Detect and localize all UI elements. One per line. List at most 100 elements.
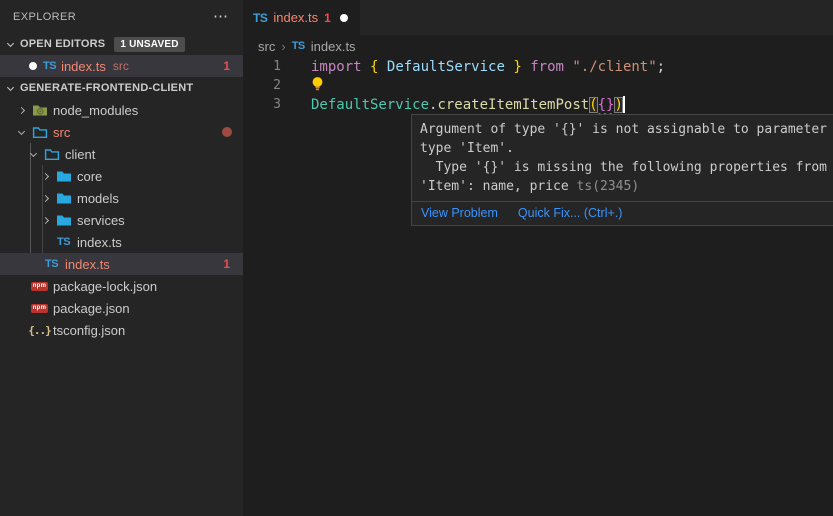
folder-open-icon (32, 125, 48, 139)
code-token: ) (614, 97, 622, 113)
tree-item-core[interactable]: core (0, 165, 243, 187)
error-tooltip: Argument of type '{}' is not assignable … (411, 114, 833, 226)
tab-label: index.ts (273, 10, 318, 25)
tree-item-label: src (53, 125, 70, 140)
code-token (505, 59, 513, 75)
breadcrumb-file[interactable]: index.ts (311, 39, 356, 54)
chevron-down-icon (18, 127, 25, 134)
error-message-line: Type '{}' is missing the following prope… (420, 158, 833, 177)
explorer-sidebar: EXPLORER ⋯ OPEN EDITORS 1 UNSAVED TS ind… (0, 0, 243, 516)
json-braces-icon: {..} (28, 324, 51, 337)
icon-box: TS (43, 258, 60, 270)
modified-dot-icon[interactable] (29, 62, 37, 70)
tree-item-models[interactable]: models (0, 187, 243, 209)
tab-error-count: 1 (324, 11, 331, 25)
icon-box: {..} (31, 324, 48, 337)
chevron-box[interactable] (16, 131, 31, 134)
code-token: from (530, 59, 564, 75)
icon-box (55, 213, 72, 227)
line-number: 2 (243, 78, 281, 93)
line-content: import { DefaultService } from "./client… (311, 59, 665, 75)
code-token (378, 59, 386, 75)
code-token: DefaultService (387, 59, 505, 75)
error-source: ts(2345) (577, 179, 640, 194)
tree-item-label: core (77, 169, 102, 184)
line-content (311, 76, 326, 96)
breadcrumb-separator-icon: › (281, 39, 285, 54)
text-cursor (623, 96, 625, 113)
error-dot-icon (222, 127, 232, 137)
npm-icon: npm (31, 304, 49, 313)
tree-item-package-lock.json[interactable]: npmpackage-lock.json (0, 275, 243, 297)
code-token: { (370, 59, 378, 75)
icon-box (55, 169, 72, 183)
line-number: 1 (243, 59, 281, 74)
tree-item-label: client (65, 147, 95, 162)
node-modules-folder-icon (32, 103, 48, 117)
tree-item-label: package.json (53, 301, 130, 316)
icon-box: TS (55, 236, 72, 248)
unsaved-count-badge: 1 UNSAVED (114, 37, 184, 52)
code-line-2: 2 (243, 76, 833, 95)
error-message-line: Argument of type '{}' is not assignable … (420, 120, 833, 139)
code-token: import (311, 59, 362, 75)
tab-index-ts[interactable]: TS index.ts 1 (243, 0, 360, 35)
code-token (522, 59, 530, 75)
explorer-title: EXPLORER (13, 11, 76, 23)
typescript-icon: TS (292, 40, 305, 52)
open-editors-header[interactable]: OPEN EDITORS 1 UNSAVED (0, 33, 243, 55)
tree-item-node_modules[interactable]: node_modules (0, 99, 243, 121)
code-token (362, 59, 370, 75)
code-token: ; (657, 59, 665, 75)
typescript-icon: TS (57, 236, 70, 248)
icon-box (31, 103, 48, 117)
error-message-line: 'Item': name, price ts(2345) (420, 177, 833, 196)
quick-fix-link[interactable]: Quick Fix... (Ctrl+.) (518, 206, 623, 220)
icon-box (55, 191, 72, 205)
tree-item-services[interactable]: services (0, 209, 243, 231)
chevron-box[interactable] (40, 196, 55, 201)
tree-item-label: node_modules (53, 103, 138, 118)
tree-item-label: services (77, 213, 125, 228)
breadcrumb-folder[interactable]: src (258, 39, 275, 54)
chevron-box[interactable] (28, 153, 43, 156)
tree-item-tsconfig.json[interactable]: {..}tsconfig.json (0, 319, 243, 341)
tree-item-label: models (77, 191, 119, 206)
tree-item-src[interactable]: src (0, 121, 243, 143)
icon-box: npm (31, 282, 48, 291)
error-count-badge: 1 (223, 257, 230, 271)
open-editors-label: OPEN EDITORS (20, 38, 105, 50)
code-token (564, 59, 572, 75)
error-message-line: type 'Item'. (420, 139, 833, 158)
workspace-folder-header[interactable]: GENERATE-FRONTEND-CLIENT (0, 77, 243, 99)
open-editor-file-description: src (113, 59, 129, 73)
line-content: DefaultService.createItemItemPost({}) (311, 96, 625, 113)
open-editor-item-index-ts[interactable]: TS index.ts src 1 (0, 55, 243, 77)
breadcrumb: src › TS index.ts (243, 35, 833, 57)
code-token: } (513, 59, 521, 75)
open-editor-file-label: index.ts (61, 59, 106, 74)
code-token: DefaultService (311, 97, 429, 113)
chevron-box[interactable] (40, 174, 55, 179)
tree-item-package.json[interactable]: npm package.json (0, 297, 243, 319)
folder-icon (56, 169, 72, 183)
view-problem-link[interactable]: View Problem (421, 206, 498, 220)
chevron-right-icon (18, 106, 25, 113)
chevron-box[interactable] (16, 108, 31, 113)
tab-bar: TS index.ts 1 (243, 0, 833, 35)
lightbulb-icon[interactable] (311, 76, 324, 96)
workspace-folder-label: GENERATE-FRONTEND-CLIENT (20, 82, 193, 94)
typescript-icon: TS (43, 60, 56, 72)
chevron-right-icon (42, 194, 49, 201)
tree-item-client[interactable]: client (0, 143, 243, 165)
code-token: {} (598, 97, 615, 113)
tree-item-index.ts[interactable]: TS index.ts 1 (0, 253, 243, 275)
code-area[interactable]: 1 import { DefaultService } from "./clien… (243, 57, 833, 114)
chevron-box[interactable] (40, 218, 55, 223)
unsaved-dot-icon[interactable] (340, 14, 348, 22)
editor-pane[interactable]: src › TS index.ts 1 import { DefaultServi… (243, 35, 833, 516)
code-token: . (429, 97, 437, 113)
tree-item-index.ts[interactable]: TSindex.ts (0, 231, 243, 253)
more-actions-icon[interactable]: ⋯ (213, 12, 229, 22)
tree-item-label: index.ts (65, 257, 110, 272)
